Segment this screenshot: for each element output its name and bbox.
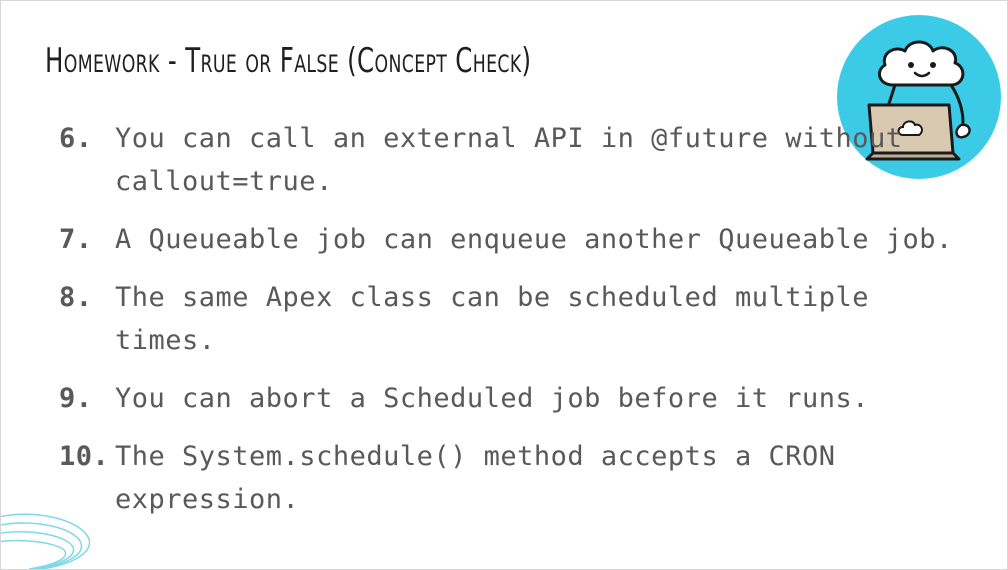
item-number: 6. <box>59 123 93 154</box>
item-text: The System.schedule() method accepts a C… <box>115 441 836 515</box>
list-item: 7. A Queueable job can enqueue another Q… <box>59 218 959 261</box>
list-item: 8. The same Apex class can be scheduled … <box>59 276 959 362</box>
list-item: 10. The System.schedule() method accepts… <box>59 435 959 521</box>
list-item: 9. You can abort a Scheduled job before … <box>59 377 959 420</box>
item-number: 10. <box>59 441 110 472</box>
list-item: 6. You can call an external API in @futu… <box>59 117 959 203</box>
item-number: 7. <box>59 224 93 255</box>
slide: Homework - True or False (Concept Check)… <box>0 0 1008 570</box>
item-number: 9. <box>59 383 93 414</box>
swirl-lines-icon <box>1 513 91 569</box>
item-text: You can abort a Scheduled job before it … <box>115 383 869 414</box>
slide-title: Homework - True or False (Concept Check) <box>45 41 532 81</box>
question-list: 6. You can call an external API in @futu… <box>59 117 959 521</box>
item-text: The same Apex class can be scheduled mul… <box>115 282 869 356</box>
item-text: A Queueable job can enqueue another Queu… <box>115 224 953 255</box>
item-text: You can call an external API in @future … <box>115 123 903 197</box>
item-number: 8. <box>59 282 93 313</box>
